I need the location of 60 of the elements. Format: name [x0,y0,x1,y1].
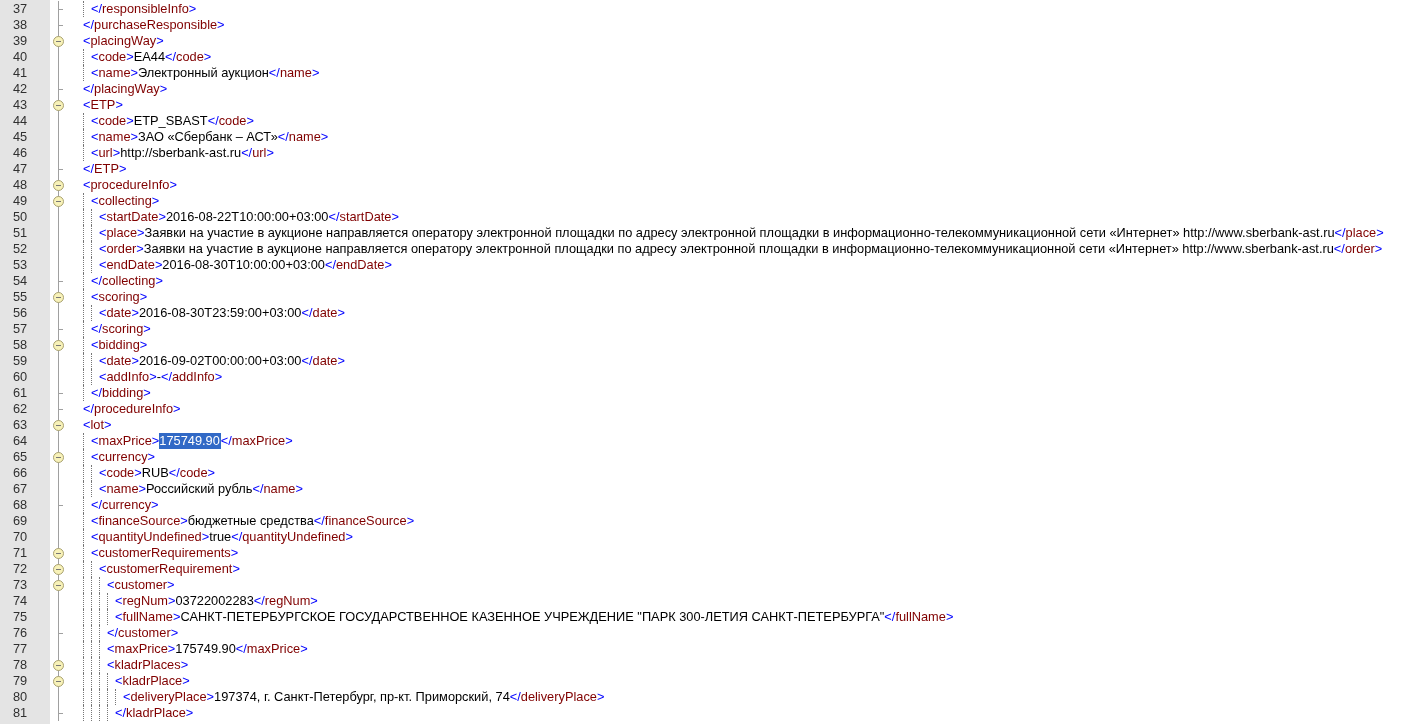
fold-minus-icon[interactable] [53,196,64,207]
code-text: </responsibleInfo> [91,1,197,17]
code-text: <url>http://sberbank-ast.ru</url> [91,145,274,161]
code-text: <kladrPlaces> [107,657,189,673]
code-text: </customer> [107,625,179,641]
fold-minus-icon[interactable] [53,452,64,463]
code-text: <lot> [83,417,112,433]
code-text: <date>2016-09-02T00:00:00+03:00</date> [99,353,345,369]
code-text: <bidding> [91,337,148,353]
code-text: <endDate>2016-08-30T10:00:00+03:00</endDate> [99,257,392,273]
code-text: <startDate>2016-08-22T10:00:00+03:00</startDate> [99,209,399,225]
code-text: <maxPrice>175749.90</maxPrice> [107,641,308,657]
code-text: <code>RUB</code> [99,465,215,481]
code-text: <quantityUndefined>true</quantityUndefined> [91,529,353,545]
code-text: <name>Электронный аукцион</name> [91,65,320,81]
fold-minus-icon[interactable] [53,660,64,671]
code-text: </collecting> [91,273,163,289]
fold-minus-icon[interactable] [53,100,64,111]
fold-minus-icon[interactable] [53,180,64,191]
code-text: <placingWay> [83,33,164,49]
code-text: <addInfo>-</addInfo> [99,369,223,385]
code-text: <scoring> [91,289,148,305]
fold-minus-icon[interactable] [53,340,64,351]
code-text: <code>ETP_SBAST</code> [91,113,254,129]
code-text: <customerRequirements> [91,545,239,561]
fold-minus-icon[interactable] [53,420,64,431]
code-text: <procedureInfo> [83,177,177,193]
code-text: </procedureInfo> [83,401,181,417]
selected-text: 175749.90 [159,433,221,449]
code-text: </purchaseResponsible> [83,17,225,33]
fold-minus-icon[interactable] [53,676,64,687]
code-text: <fullName>САНКТ-ПЕТЕРБУРГСКОЕ ГОСУДАРСТВЕННОЕ КАЗЕННОЕ УЧРЕЖДЕНИЕ "ПАРК 300-ЛЕТИЯ САНКТ-ПЕТЕРБУРГА"</fullName> [115,609,954,625]
code-text: <customerRequirement> [99,561,240,577]
fold-minus-icon[interactable] [53,36,64,47]
code-text: <name>ЗАО «Сбербанк – АСТ»</name> [91,129,329,145]
code-text: <regNum>03722002283</regNum> [115,593,318,609]
code-text: <order>Заявки на участие в аукционе направляется оператору электронной площадки по адресу электронной площадки в информационно-телекоммуникационной сети «Интернет» http://www.sberbank-ast.ru</order> [99,241,1383,257]
code-text: </placingWay> [83,81,168,97]
code-text: <kladrPlace> [115,673,190,689]
code-text: <maxPrice> [91,433,160,449]
code-text: <customer> [107,577,175,593]
code-text: </kladrPlace> [115,705,194,721]
code-text: <place>Заявки на участие в аукционе направляется оператору электронной площадки по адресу электронной площадки в информационно-телекоммуникационной сети «Интернет» http://www.sberbank-ast.ru</place> [99,225,1384,241]
code-text: </maxPrice> [220,433,293,449]
code-text: </ETP> [83,161,127,177]
code-text: </currency> [91,497,159,513]
fold-minus-icon[interactable] [53,564,64,575]
code-text: <date>2016-08-30T23:59:00+03:00</date> [99,305,345,321]
code-text: <collecting> [91,193,160,209]
code-text: </scoring> [91,321,151,337]
code-text: <name>Российский рубль</name> [99,481,303,497]
code-text: <code>EA44</code> [91,49,212,65]
code-text: </bidding> [91,385,151,401]
code-text: <currency> [91,449,156,465]
code-text: <deliveryPlace>197374, г. Санкт-Петербург, пр-кт. Приморский, 74</deliveryPlace> [123,689,605,705]
fold-minus-icon[interactable] [53,292,64,303]
code-text: <financeSource>бюджетные средства</financeSource> [91,513,415,529]
code-text: <ETP> [83,97,123,113]
fold-minus-icon[interactable] [53,580,64,591]
fold-minus-icon[interactable] [53,548,64,559]
